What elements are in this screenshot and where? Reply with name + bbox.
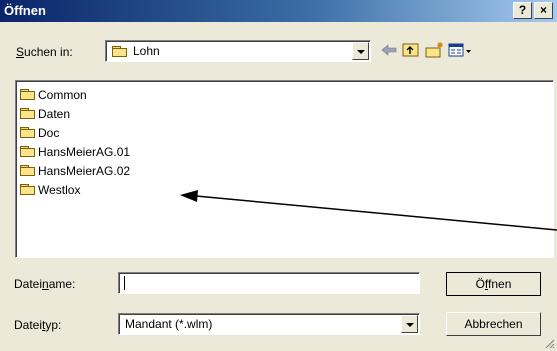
list-item[interactable]: Common <box>20 86 87 104</box>
list-item[interactable]: HansMeierAG.02 <box>20 162 130 180</box>
list-item[interactable]: Westlox <box>20 181 80 199</box>
help-button[interactable]: ? <box>513 2 532 19</box>
close-button[interactable]: × <box>534 2 553 19</box>
folder-icon <box>20 127 36 139</box>
open-dialog: Öffnen ? × Suchen in: Lohn Common Daten … <box>0 0 557 351</box>
open-folder-icon <box>112 46 128 58</box>
lookin-combo[interactable]: Lohn <box>105 40 371 62</box>
filetype-value: Mandant (*.wlm) <box>125 317 213 331</box>
lookin-value: Lohn <box>133 44 160 58</box>
filename-input[interactable] <box>118 272 420 294</box>
folder-icon <box>20 184 36 196</box>
text-caret <box>124 276 125 290</box>
folder-icon <box>20 165 36 177</box>
filetype-combo[interactable]: Mandant (*.wlm) <box>118 313 420 335</box>
open-button[interactable]: Öffnen <box>446 272 541 296</box>
lookin-label: Suchen in: <box>16 45 73 59</box>
new-folder-icon[interactable] <box>424 40 446 60</box>
list-item[interactable]: Daten <box>20 105 70 123</box>
filetype-label: Dateityp: <box>14 318 62 332</box>
view-menu-icon[interactable] <box>446 40 474 60</box>
list-item[interactable]: HansMeierAG.01 <box>20 143 130 161</box>
cancel-button[interactable]: Abbrechen <box>446 312 541 336</box>
folder-icon <box>20 89 36 101</box>
window-title: Öffnen <box>4 3 46 18</box>
resize-grip-icon[interactable] <box>543 337 555 349</box>
folder-icon <box>20 146 36 158</box>
lookin-dropdown-button[interactable] <box>352 42 369 60</box>
up-folder-icon[interactable] <box>400 40 422 60</box>
file-list[interactable]: Common Daten Doc HansMeierAG.01 HansMeie… <box>15 80 554 258</box>
back-arrow-icon[interactable] <box>378 40 400 60</box>
list-item[interactable]: Doc <box>20 124 59 142</box>
title-bar[interactable]: Öffnen ? × <box>0 0 557 22</box>
filename-label: Dateiname: <box>14 277 76 291</box>
filetype-dropdown-button[interactable] <box>401 315 418 333</box>
folder-icon <box>20 108 36 120</box>
